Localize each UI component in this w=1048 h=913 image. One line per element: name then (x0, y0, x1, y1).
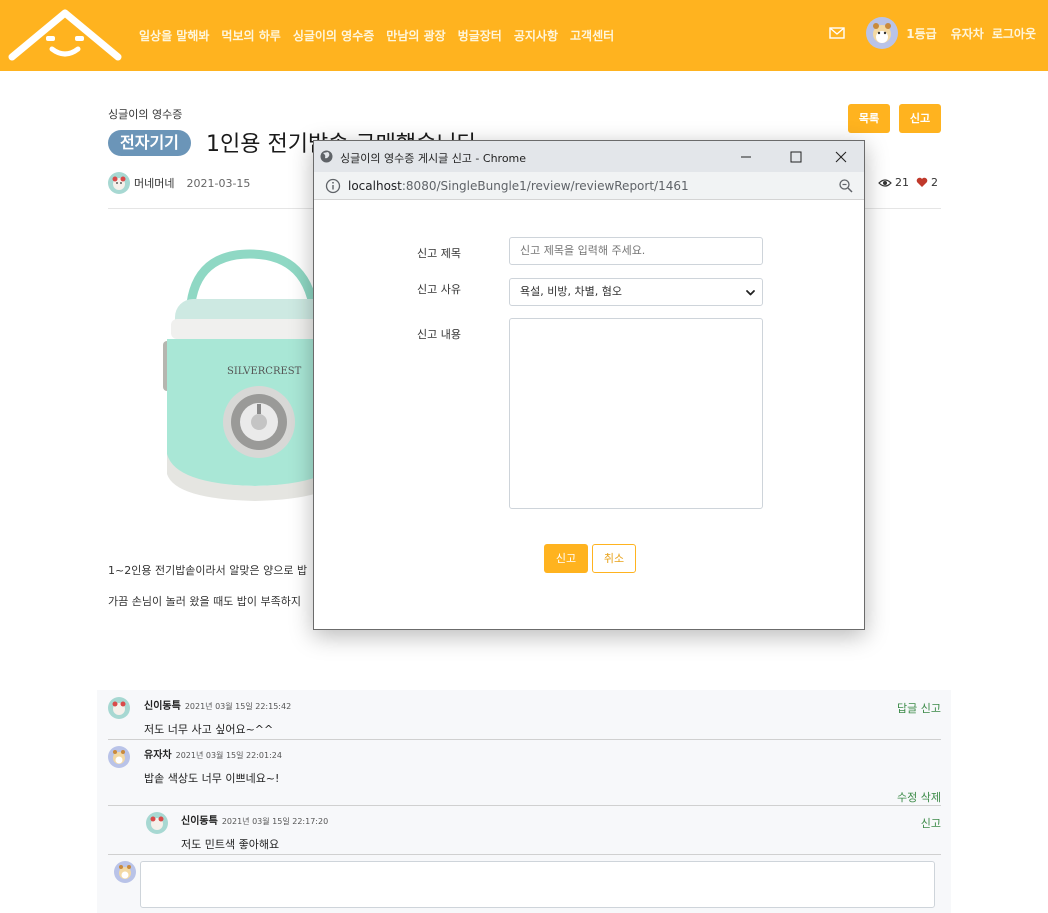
comment-section: 신이동특 2021년 03월 15일 22:15:42 저도 너무 사고 싶어요~… (97, 690, 951, 913)
comment-actions-reply-report[interactable]: 답글 신고 (897, 700, 941, 716)
post-author-row: 머네머네 2021-03-15 (108, 172, 250, 194)
reply-item: 신이동특 2021년 03월 15일 22:17:20 저도 민트색 좋아해요 (181, 812, 328, 852)
maximize-icon[interactable] (786, 147, 806, 167)
author-name[interactable]: 머네머네 (134, 175, 174, 191)
report-reason-select[interactable]: 욕설, 비방, 차별, 혐오 (509, 278, 763, 306)
logout-link[interactable]: 로그아웃 (992, 25, 1036, 42)
popup-window-title: 싱글이의 영수증 게시글 신고 - Chrome (340, 152, 527, 165)
my-avatar (114, 861, 136, 887)
comment-author: 유자차 (144, 750, 172, 761)
post-body-line-2: 가끔 손님이 놀러 왔을 때도 밥이 부족하지 (108, 595, 302, 608)
view-count: 21 (895, 176, 909, 189)
category-badge: 전자기기 (108, 130, 191, 156)
reply-date: 2021년 03월 15일 22:17:20 (221, 817, 329, 826)
comment-author: 신이동특 (144, 701, 181, 712)
product-brand-text: SILVERCREST (227, 366, 302, 377)
report-content-label: 신고 내용 (417, 328, 461, 341)
reply-text: 저도 민트색 좋아해요 (181, 838, 280, 851)
user-avatar[interactable] (866, 17, 899, 49)
comment-item: 유자차 2021년 03월 15일 22:01:24 밥솥 색상도 너무 이쁘네요… (144, 746, 282, 786)
report-popup-window: 싱글이의 영수증 게시글 신고 - Chrome localhost:8080/… (313, 140, 865, 630)
comment-separator (108, 854, 941, 855)
report-reason-label: 신고 사유 (417, 283, 461, 296)
info-icon[interactable] (325, 178, 341, 194)
comment-text: 밥솥 색상도 너무 이쁘네요~! (144, 772, 280, 785)
comment-date: 2021년 03월 15일 22:01:24 (175, 751, 282, 760)
post-body-line-1: 1~2인용 전기밥솥이라서 알맞은 양으로 밥 (108, 564, 308, 577)
comment-avatar (108, 697, 130, 723)
username-link[interactable]: 유자차 (951, 25, 984, 42)
popup-url[interactable]: localhost:8080/SingleBungle1/review/revi… (348, 179, 689, 193)
report-button[interactable]: 신고 (899, 104, 941, 133)
main-nav: 일상을 말해봐 먹보의 하루 싱글이의 영수증 만남의 광장 벙글장터 공지사항… (139, 27, 614, 44)
author-avatar (108, 172, 130, 194)
breadcrumb-category: 싱글이의 영수증 (108, 108, 183, 121)
user-grade: 1등급 (906, 26, 937, 41)
post-date: 2021-03-15 (186, 176, 251, 190)
report-cancel-button[interactable]: 취소 (592, 544, 636, 573)
comment-item: 신이동특 2021년 03월 15일 22:15:42 저도 너무 사고 싶어요~… (144, 697, 291, 737)
comment-separator (108, 805, 941, 806)
reply-author: 신이동특 (181, 816, 218, 827)
nav-notice[interactable]: 공지사항 (514, 27, 558, 44)
popup-titlebar[interactable]: 싱글이의 영수증 게시글 신고 - Chrome (314, 141, 864, 172)
minimize-icon[interactable] (736, 147, 756, 167)
home-logo-icon[interactable] (8, 9, 122, 63)
nav-daily[interactable]: 일상을 말해봐 (139, 27, 209, 44)
nav-market[interactable]: 벙글장터 (458, 27, 502, 44)
comment-avatar (108, 746, 130, 772)
reply-avatar (146, 812, 168, 838)
report-title-input[interactable]: 신고 제목을 입력해 주세요. (509, 237, 763, 265)
comment-input[interactable] (140, 861, 935, 908)
chevron-down-icon (746, 290, 755, 296)
comment-date: 2021년 03월 15일 22:15:42 (184, 702, 292, 711)
comment-actions-edit-delete[interactable]: 수정 삭제 (897, 789, 941, 805)
eye-icon (878, 178, 892, 187)
site-header: 일상을 말해봐 먹보의 하루 싱글이의 영수증 만남의 광장 벙글장터 공지사항… (0, 0, 1048, 71)
like-count: 2 (931, 176, 938, 189)
zoom-icon[interactable] (838, 178, 854, 194)
report-title-label: 신고 제목 (417, 247, 461, 260)
close-icon[interactable] (831, 147, 851, 167)
nav-food[interactable]: 먹보의 하루 (221, 27, 280, 44)
comment-text: 저도 너무 사고 싶어요~^^ (144, 723, 274, 736)
reply-report-link[interactable]: 신고 (921, 815, 941, 831)
nav-support[interactable]: 고객센터 (570, 27, 614, 44)
list-button[interactable]: 목록 (848, 104, 890, 133)
nav-meeting[interactable]: 만남의 광장 (386, 27, 445, 44)
comment-separator (108, 739, 941, 740)
report-content-textarea[interactable] (509, 318, 763, 509)
user-menu: 1등급 유자차 로그아웃 (828, 17, 1036, 49)
mail-icon[interactable] (828, 24, 846, 42)
globe-icon (320, 150, 333, 163)
heart-icon[interactable] (916, 177, 928, 188)
report-reason-selected: 욕설, 비방, 차별, 혐오 (520, 285, 622, 298)
report-submit-button[interactable]: 신고 (544, 544, 588, 573)
popup-address-bar: localhost:8080/SingleBungle1/review/revi… (314, 172, 864, 200)
nav-receipt[interactable]: 싱글이의 영수증 (293, 27, 374, 44)
post-stats: 21 2 (878, 176, 938, 189)
